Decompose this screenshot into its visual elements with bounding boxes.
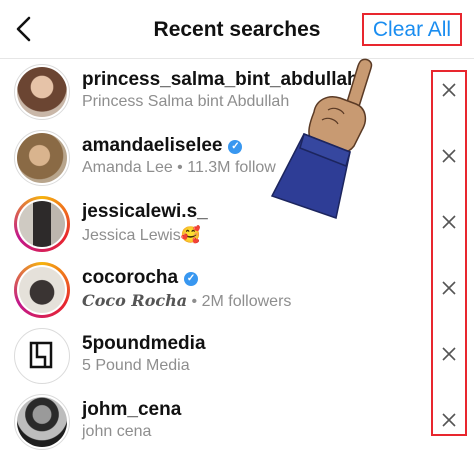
username-text: amandaeliselee xyxy=(82,135,223,156)
avatar[interactable] xyxy=(14,328,70,384)
verified-badge-icon: ✓ xyxy=(228,140,243,154)
avatar[interactable] xyxy=(14,196,70,252)
avatar[interactable] xyxy=(14,262,70,318)
username-text: cocorocha xyxy=(82,267,179,288)
result-subtitle: Jessica Lewis🥰 xyxy=(82,227,201,244)
search-result-row[interactable]: jessicalewi.s_ Jessica Lewis🥰 xyxy=(0,190,474,256)
subtitle-followers: • 2M followers xyxy=(187,293,292,310)
header: Recent searches Clear All xyxy=(0,0,474,58)
5poundmedia-logo-icon xyxy=(29,341,53,369)
remove-buttons-highlight xyxy=(431,70,467,436)
result-username: amandaeliselee ✓ xyxy=(82,135,243,157)
search-result-row[interactable]: amandaeliselee ✓ Amanda Lee • 11.3M follo… xyxy=(0,124,474,190)
result-username: cocorocha ✓ xyxy=(82,267,199,289)
result-username: jessicalewi.s_ xyxy=(82,201,208,222)
result-subtitle: john cena xyxy=(82,423,152,440)
search-result-row[interactable]: 5poundmedia 5 Pound Media xyxy=(0,322,474,388)
search-result-row[interactable]: princess_salma_bint_abdullah Princess Sa… xyxy=(0,58,474,124)
avatar[interactable] xyxy=(14,130,70,186)
subtitle-name: Coco Rocha xyxy=(82,291,188,310)
result-username: johm_cena xyxy=(82,399,182,420)
result-subtitle: 5 Pound Media xyxy=(82,357,190,374)
avatar[interactable] xyxy=(14,394,70,450)
result-subtitle: Princess Salma bint Abdullah xyxy=(82,93,290,110)
avatar[interactable] xyxy=(14,64,70,120)
pointing-hand-icon xyxy=(270,58,373,219)
clear-all-button[interactable]: Clear All xyxy=(362,13,462,46)
result-username: 5poundmedia xyxy=(82,333,206,354)
result-subtitle: Amanda Lee • 11.3M follow xyxy=(82,159,276,176)
verified-badge-icon: ✓ xyxy=(184,272,199,286)
search-result-row[interactable]: cocorocha ✓ Coco Rocha • 2M followers xyxy=(0,256,474,322)
search-result-row[interactable]: johm_cena john cena xyxy=(0,388,474,454)
result-subtitle: Coco Rocha • 2M followers xyxy=(82,291,291,311)
